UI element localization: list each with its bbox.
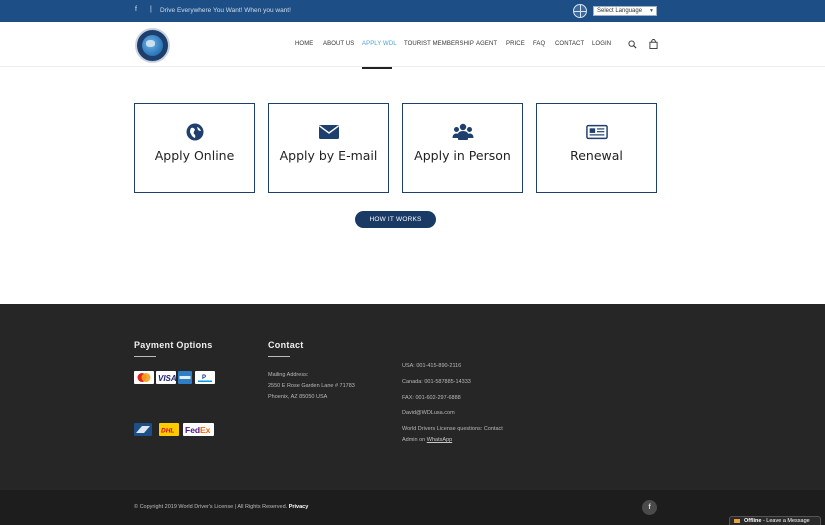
chat-message: - Leave a Message — [761, 518, 810, 524]
facebook-icon[interactable]: f — [642, 500, 657, 515]
top-bar: f | Drive Everywhere You Want! When you … — [0, 0, 825, 22]
heading-divider — [268, 356, 290, 357]
nav-apply-wdl[interactable]: APPLY WDL — [362, 41, 397, 47]
live-chat-widget[interactable]: Offline - Leave a Message — [729, 516, 821, 525]
card-title: Apply Online — [154, 148, 235, 163]
nav-price[interactable]: PRICE — [506, 41, 525, 47]
nav-home[interactable]: HOME — [295, 41, 313, 47]
payment-options-heading: Payment Options — [134, 340, 213, 350]
main-nav: HOME ABOUT US APPLY WDL TOURIST MEMBERSH… — [0, 41, 825, 69]
mastercard-icon — [134, 371, 154, 384]
svg-text:Ex: Ex — [200, 425, 211, 435]
tagline: Drive Everywhere You Want! When you want… — [160, 7, 291, 14]
admin-prefix: Admin on — [402, 437, 427, 443]
svg-text:DHL: DHL — [161, 428, 174, 435]
mailing-line1: 2550 E Rose Garden Lane # 71783 — [268, 383, 355, 389]
search-icon[interactable] — [628, 40, 637, 49]
chat-status: Offline — [744, 518, 762, 524]
nav-contact[interactable]: CONTACT — [555, 41, 584, 47]
privacy-link[interactable]: Privacy — [289, 504, 309, 510]
envelope-icon — [734, 519, 740, 523]
card-apply-online[interactable]: Apply Online — [134, 103, 255, 193]
newspaper-icon — [585, 124, 608, 140]
envelope-icon — [318, 125, 339, 139]
svg-text:P: P — [202, 375, 206, 381]
card-title: Apply by E-mail — [279, 148, 378, 163]
copyright-text: © Copyright 2019 World Driver's License … — [134, 504, 288, 510]
copyright: © Copyright 2019 World Driver's License … — [134, 504, 308, 510]
email-link[interactable]: David@WDLusa.com — [402, 410, 455, 416]
fedex-icon: Fed Ex — [183, 423, 214, 436]
globe-icon — [186, 123, 203, 141]
amex-icon — [178, 371, 192, 384]
card-title: Apply in Person — [414, 148, 511, 163]
nav-about-us[interactable]: ABOUT US — [323, 41, 354, 47]
phone-canada: Canada: 001-587885-14333 — [402, 379, 471, 385]
nav-faq[interactable]: FAQ — [533, 41, 545, 47]
contact-heading: Contact — [268, 340, 304, 350]
nav-login[interactable]: LOGIN — [592, 41, 611, 47]
svg-text:VISA: VISA — [158, 374, 176, 383]
facebook-icon[interactable]: f — [135, 6, 137, 13]
globe-icon — [573, 4, 587, 18]
visa-icon: VISA — [156, 371, 177, 384]
usps-icon — [134, 423, 152, 436]
nav-tourist-membership[interactable]: TOURIST MEMBERSHIP — [404, 41, 474, 47]
admin-line: Admin on WhatsApp — [402, 437, 452, 443]
heading-divider — [134, 356, 156, 357]
bottom-bar: © Copyright 2019 World Driver's License … — [0, 490, 825, 525]
topbar-separator: | — [150, 6, 152, 13]
site-footer: Payment Options VISA P DHL Fed Ex Contact… — [0, 304, 825, 490]
fax: FAX: 001-602-297-6888 — [402, 395, 461, 401]
svg-text:Fed: Fed — [185, 425, 200, 435]
language-select-label: Select Language — [597, 8, 643, 14]
active-nav-indicator — [362, 67, 392, 69]
mailing-label: Mailing Address: — [268, 372, 309, 378]
language-select[interactable]: Select Language ▼ — [593, 6, 657, 16]
mailing-line2: Phoenix, AZ 85050 USA — [268, 394, 328, 400]
how-it-works-button[interactable]: HOW IT WORKS — [355, 211, 436, 228]
site-header: HOME ABOUT US APPLY WDL TOURIST MEMBERSH… — [0, 22, 825, 69]
card-title: Renewal — [570, 148, 623, 163]
shopping-bag-icon[interactable] — [649, 39, 658, 49]
dhl-icon: DHL — [159, 423, 179, 436]
card-renewal[interactable]: Renewal — [536, 103, 657, 193]
whatsapp-link[interactable]: WhatsApp — [427, 437, 452, 443]
users-icon — [452, 123, 473, 140]
questions-text: World Drivers License questions: Contact — [402, 426, 503, 432]
nav-agent[interactable]: AGENT — [476, 41, 497, 47]
card-apply-in-person[interactable]: Apply in Person — [402, 103, 523, 193]
paypal-icon: P — [195, 371, 215, 384]
card-apply-by-email[interactable]: Apply by E-mail — [268, 103, 389, 193]
phone-usa: USA: 001-415-890-2116 — [402, 363, 462, 369]
chevron-down-icon: ▼ — [649, 8, 654, 14]
